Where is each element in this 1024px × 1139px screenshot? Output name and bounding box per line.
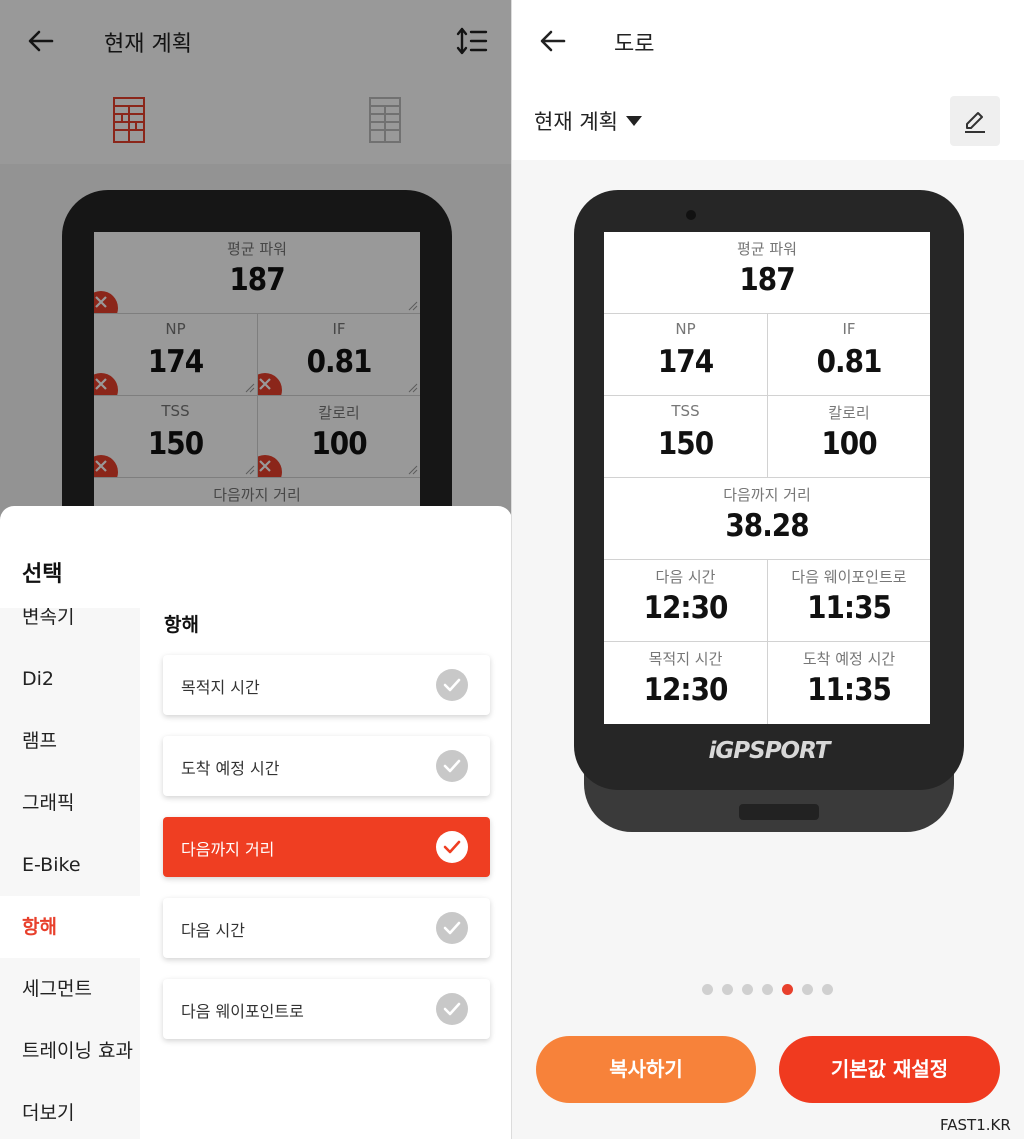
watermark: FAST1.KR [940,1116,1011,1134]
plan-row: 현재 계획 [512,82,1024,160]
field-option[interactable]: 도착 예정 시간 [163,736,490,796]
field-option[interactable]: 목적지 시간 [163,655,490,715]
check-icon [436,831,468,863]
caret-down-icon[interactable] [626,116,642,126]
category-item-active[interactable]: 항해 [0,896,140,958]
page-dot[interactable] [722,984,733,995]
device-screen: 평균 파워 187 NP 174 IF 0.81 TSS 150 칼로리 100… [604,232,930,724]
page-title: 도로 [614,32,655,57]
device-preview: 평균 파워 187 NP 174 IF 0.81 TSS 150 칼로리 100… [574,190,964,834]
plan-dropdown[interactable]: 현재 계획 [534,106,618,136]
category-item[interactable]: Di2 [0,648,140,710]
usb-port [739,804,819,820]
back-arrow-icon[interactable] [538,26,568,56]
brand-logo: iGPSPORT [708,738,831,764]
sheet-title: 선택 [22,562,63,587]
page-dot-active[interactable] [782,984,793,995]
category-item[interactable]: 트레이닝 효과 [0,1020,140,1082]
category-item[interactable]: 그래픽 [0,772,140,834]
light-sensor [686,210,696,220]
left-panel: 현재 계획 평균 파워 187 NP 174 IF 0.81 TSS 150 칼… [0,0,512,1139]
right-topbar: 도로 [512,0,1024,82]
reset-default-button[interactable]: 기본값 재설정 [779,1036,1000,1103]
check-icon [436,993,468,1025]
data-field[interactable]: TSS 150 [604,396,767,478]
page-dot[interactable] [762,984,773,995]
data-field[interactable]: 칼로리 100 [767,396,930,478]
data-field[interactable]: IF 0.81 [767,314,930,396]
data-field[interactable]: 목적지 시간 12:30 [604,642,767,724]
edit-button[interactable] [950,96,1000,146]
copy-button[interactable]: 복사하기 [536,1036,756,1103]
check-icon [436,669,468,701]
page-dot[interactable] [802,984,813,995]
category-item[interactable]: 변속기 [0,608,140,648]
field-option-selected[interactable]: 다음까지 거리 [163,817,490,877]
edit-pencil-icon [965,112,985,133]
category-item[interactable]: E-Bike [0,834,140,896]
right-panel: 도로 현재 계획 평균 파워 187 NP 174 IF 0.81 TSS 15… [512,0,1024,1139]
data-field[interactable]: NP 174 [604,314,767,396]
page-indicator [702,984,842,996]
page-dot[interactable] [742,984,753,995]
field-select-sheet: 선택 변속기 Di2 램프 그래픽 E-Bike 항해 세그먼트 트레이닝 효과… [0,506,512,1139]
data-field[interactable]: 다음 시간 12:30 [604,560,767,642]
check-icon [436,750,468,782]
data-field[interactable]: 도착 예정 시간 11:35 [767,642,930,724]
category-item[interactable]: 세그먼트 [0,958,140,1020]
check-icon [436,912,468,944]
data-field[interactable]: 다음까지 거리 38.28 [604,478,930,560]
data-field[interactable]: 평균 파워 187 [604,232,930,314]
data-field[interactable]: 다음 웨이포인트로 11:35 [767,560,930,642]
category-item[interactable]: 더보기 [0,1082,140,1139]
page-dot[interactable] [822,984,833,995]
field-option[interactable]: 다음 웨이포인트로 [163,979,490,1039]
category-list: 변속기 Di2 램프 그래픽 E-Bike 항해 세그먼트 트레이닝 효과 더보… [0,608,140,1139]
page-dot[interactable] [702,984,713,995]
section-title: 항해 [164,614,199,636]
field-option[interactable]: 다음 시간 [163,898,490,958]
category-item[interactable]: 램프 [0,710,140,772]
